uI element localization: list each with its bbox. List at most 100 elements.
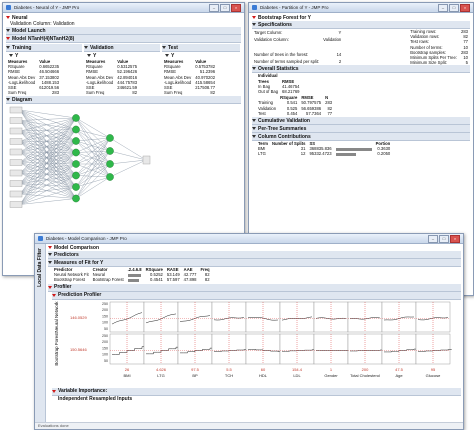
connection-line: [75, 138, 111, 165]
overall-statistics-header[interactable]: Overall Statistics: [252, 65, 470, 74]
red-triangle-icon[interactable]: [48, 285, 52, 289]
red-triangle-icon[interactable]: [48, 246, 52, 249]
cell-value: 0.454: [286, 110, 298, 116]
red-triangle-icon[interactable]: [6, 37, 10, 40]
input-node: [9, 107, 23, 114]
hidden-node: [72, 126, 80, 134]
disclosure-icon[interactable]: [48, 261, 52, 264]
table-row: Number of terms sampled per split: 2: [252, 58, 343, 65]
disclosure-icon[interactable]: [9, 54, 13, 57]
disclosure-icon[interactable]: [48, 253, 52, 256]
diagram-header[interactable]: Diagram: [6, 96, 241, 105]
disclosure-icon[interactable]: [84, 46, 88, 49]
measure-name: Sum Freq: [164, 90, 183, 96]
factor-value[interactable]: 47.5: [395, 367, 404, 372]
red-triangle-icon[interactable]: [252, 16, 256, 19]
minimize-button[interactable]: –: [209, 3, 219, 12]
model-launch-header[interactable]: Model Launch: [6, 27, 241, 35]
neural-report-header[interactable]: Neural: [6, 14, 241, 21]
disclosure-icon[interactable]: [252, 135, 256, 139]
predictors-header[interactable]: Predictors: [48, 251, 461, 259]
disclosure-icon[interactable]: [6, 29, 10, 32]
model-header[interactable]: Model NTanH(4)NTanH2(8): [6, 35, 241, 43]
specifications-header[interactable]: Specifications: [252, 21, 470, 29]
factor-value[interactable]: 97.5: [191, 367, 200, 372]
maximize-button[interactable]: □: [439, 234, 449, 243]
factor-name: Glucose: [426, 373, 441, 378]
close-button[interactable]: ×: [450, 234, 460, 243]
connection-line: [19, 141, 77, 165]
validation-label: Validation: [90, 44, 114, 51]
close-button[interactable]: ×: [460, 3, 470, 12]
test-header[interactable]: Test: [162, 44, 240, 52]
variable-importance-header[interactable]: Variable Importance:: [52, 387, 461, 396]
training-header[interactable]: Training: [6, 44, 82, 52]
maximize-button[interactable]: □: [220, 3, 230, 12]
y-tick-label: 50: [104, 326, 108, 330]
red-triangle-icon[interactable]: [52, 389, 56, 393]
prediction-profiler-plot[interactable]: Neural Network 146.052925020015010050Boot…: [48, 300, 456, 388]
comparison-report-header[interactable]: Model Comparison: [48, 244, 461, 251]
cell-value: 95332.4723: [309, 151, 332, 157]
profiler-header[interactable]: Profiler: [48, 283, 461, 292]
cumulative-validation-header[interactable]: Cumulative Validation: [252, 117, 470, 126]
column-contributions-header[interactable]: Column Contributions: [252, 133, 470, 142]
hidden-node: [72, 195, 80, 203]
cell-value: 47.898: [183, 277, 197, 283]
disclosure-icon[interactable]: [87, 54, 91, 57]
table-row: Target Column: Y: [252, 29, 343, 36]
disclosure-icon[interactable]: [252, 127, 256, 131]
partition-report-header[interactable]: Bootstrap Forest for Y: [252, 14, 470, 21]
factor-value[interactable]: 60: [261, 367, 266, 372]
validation-y-header[interactable]: Y: [87, 52, 160, 59]
validation-header[interactable]: Validation: [84, 44, 160, 52]
measure-value: 52.196426: [117, 69, 138, 75]
measures-of-fit-header[interactable]: Measures of Fit for Y: [48, 259, 461, 267]
disclosure-icon[interactable]: [6, 46, 10, 49]
red-triangle-icon[interactable]: [6, 16, 10, 19]
training-label: Training: [12, 44, 32, 51]
y-label: Y: [15, 52, 19, 59]
factor-value[interactable]: 26: [125, 367, 130, 372]
model-title: Model NTanH(4)NTanH2(8): [12, 35, 75, 42]
spec-name: Target Column:: [254, 30, 283, 36]
predictors-label: Predictors: [54, 251, 79, 258]
disclosure-icon[interactable]: [6, 98, 10, 102]
connection-line: [19, 131, 77, 154]
window-title: Diabetes - Model Comparison - JMP Pro: [46, 236, 127, 241]
neural-titlebar[interactable]: Diabetes - Neural of Y - JMP Pro – □ ×: [3, 3, 244, 13]
comparison-titlebar[interactable]: Diabetes - Model Comparison - JMP Pro – …: [35, 234, 463, 244]
training-y-header[interactable]: Y: [9, 52, 82, 59]
minimize-button[interactable]: –: [428, 234, 438, 243]
factor-value[interactable]: 200: [362, 367, 369, 372]
disclosure-icon[interactable]: [252, 119, 256, 123]
disclosure-icon[interactable]: [252, 67, 256, 71]
factor-value[interactable]: 1: [330, 367, 333, 372]
partition-titlebar[interactable]: Diabetes - Partition of Y - JMP Pro – □ …: [249, 3, 473, 13]
cumulative-validation-label: Cumulative Validation: [258, 117, 310, 124]
minimize-button[interactable]: –: [438, 3, 448, 12]
disclosure-icon[interactable]: [165, 54, 169, 57]
red-triangle-icon[interactable]: [52, 293, 56, 297]
close-button[interactable]: ×: [231, 3, 241, 12]
app-icon: [38, 236, 43, 241]
maximize-button[interactable]: □: [449, 3, 459, 12]
disclosure-icon[interactable]: [162, 46, 166, 49]
connection-line: [19, 120, 77, 131]
factor-name: BMI: [123, 373, 130, 378]
rsquare-bar: [127, 278, 139, 282]
test-y-header[interactable]: Y: [165, 52, 240, 59]
factor-value[interactable]: 95: [431, 367, 436, 372]
factor-value[interactable]: 154.4: [292, 367, 303, 372]
factor-value[interactable]: 5.5: [226, 367, 232, 372]
disclosure-icon[interactable]: [252, 23, 256, 26]
factor-value[interactable]: 4.626: [156, 367, 167, 372]
per-tree-summaries-header[interactable]: Per-Tree Summaries: [252, 125, 470, 134]
measures-of-fit-label: Measures of Fit for Y: [54, 259, 104, 266]
local-data-filter-tab[interactable]: Local Data Filter: [35, 244, 46, 422]
hidden-node: [72, 172, 80, 180]
y-tick-label: 50: [104, 358, 108, 362]
table-row: Minimum Size Split: 5: [408, 60, 470, 65]
prediction-profiler-header[interactable]: Prediction Profiler: [52, 291, 461, 300]
connection-line: [19, 198, 77, 206]
